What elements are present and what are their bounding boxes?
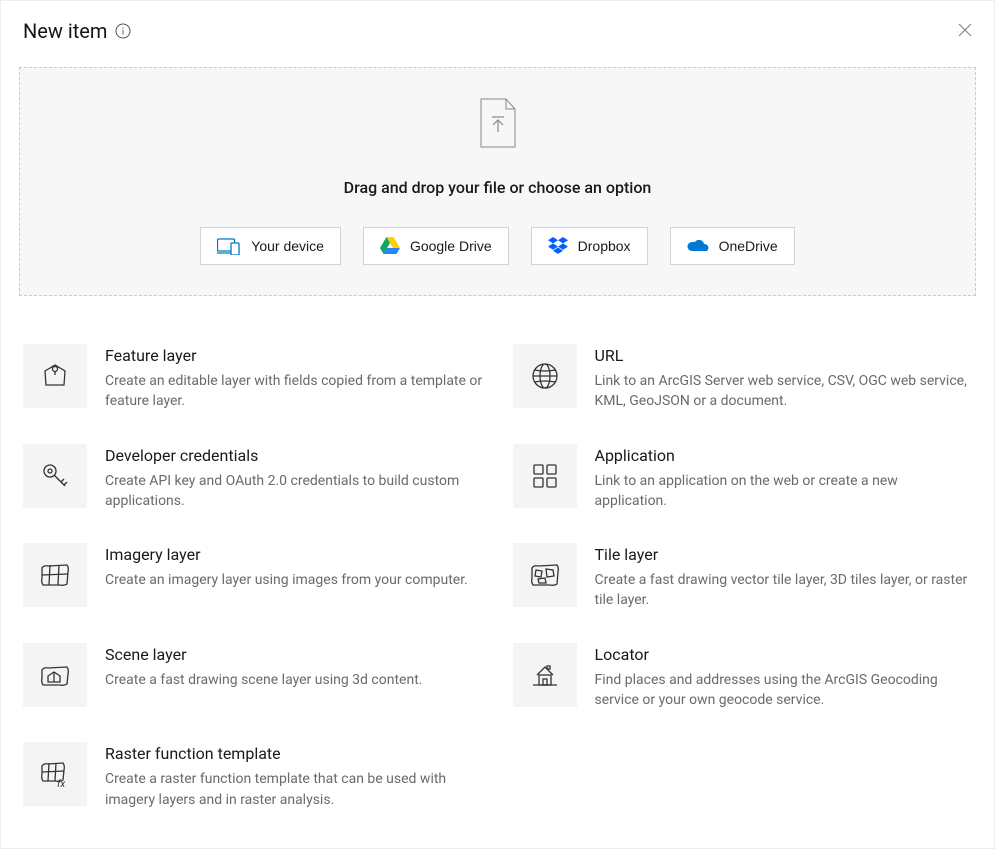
- device-icon: [217, 237, 241, 255]
- option-title: Tile layer: [595, 545, 973, 564]
- option-feature-layer[interactable]: Feature layer Create an editable layer w…: [23, 344, 483, 412]
- option-developer-credentials[interactable]: Developer credentials Create API key and…: [23, 444, 483, 512]
- option-imagery-layer[interactable]: Imagery layer Create an imagery layer us…: [23, 543, 483, 611]
- option-locator[interactable]: Locator Find places and addresses using …: [513, 643, 973, 711]
- source-buttons-row: Your device Google Drive: [40, 227, 955, 265]
- option-title: Locator: [595, 645, 973, 664]
- info-icon[interactable]: [115, 23, 131, 39]
- option-desc: Create an editable layer with fields cop…: [105, 371, 483, 412]
- dropbox-icon: [548, 237, 568, 255]
- google-drive-icon: [380, 237, 400, 255]
- key-icon: [23, 444, 87, 508]
- source-google-drive[interactable]: Google Drive: [363, 227, 509, 265]
- option-url[interactable]: URL Link to an ArcGIS Server web service…: [513, 344, 973, 412]
- source-your-device[interactable]: Your device: [200, 227, 341, 265]
- option-title: Feature layer: [105, 346, 483, 365]
- option-tile-layer[interactable]: Tile layer Create a fast drawing vector …: [513, 543, 973, 611]
- option-desc: Create API key and OAuth 2.0 credentials…: [105, 471, 483, 512]
- dialog-title: New item: [23, 19, 107, 43]
- onedrive-icon: [687, 239, 709, 253]
- option-desc: Create a fast drawing scene layer using …: [105, 670, 483, 690]
- option-title: Raster function template: [105, 744, 483, 763]
- locator-icon: [513, 643, 577, 707]
- option-desc: Find places and addresses using the ArcG…: [595, 670, 973, 711]
- option-raster-function-template[interactable]: fx Raster function template Create a ras…: [23, 742, 483, 810]
- upload-file-icon: [478, 98, 518, 148]
- scene-layer-icon: [23, 643, 87, 707]
- imagery-icon: [23, 543, 87, 607]
- option-title: Scene layer: [105, 645, 483, 664]
- dropzone-text: Drag and drop your file or choose an opt…: [40, 178, 955, 197]
- close-button[interactable]: [958, 22, 972, 41]
- source-label: OneDrive: [719, 238, 778, 254]
- apps-icon: [513, 444, 577, 508]
- source-onedrive[interactable]: OneDrive: [670, 227, 795, 265]
- source-label: Your device: [251, 238, 324, 254]
- file-dropzone[interactable]: Drag and drop your file or choose an opt…: [19, 67, 976, 296]
- raster-template-icon: fx: [23, 742, 87, 806]
- feature-layer-icon: [23, 344, 87, 408]
- svg-text:fx: fx: [57, 778, 65, 788]
- option-desc: Create a raster function template that c…: [105, 769, 483, 810]
- option-title: Imagery layer: [105, 545, 483, 564]
- option-title: Application: [595, 446, 973, 465]
- source-dropbox[interactable]: Dropbox: [531, 227, 648, 265]
- source-label: Dropbox: [578, 238, 631, 254]
- globe-icon: [513, 344, 577, 408]
- item-type-grid: Feature layer Create an editable layer w…: [1, 296, 994, 830]
- dialog-header: New item: [1, 1, 994, 57]
- option-desc: Link to an application on the web or cre…: [595, 471, 973, 512]
- source-label: Google Drive: [410, 238, 492, 254]
- option-desc: Link to an ArcGIS Server web service, CS…: [595, 371, 973, 412]
- header-left: New item: [23, 19, 131, 43]
- option-title: Developer credentials: [105, 446, 483, 465]
- option-application[interactable]: Application Link to an application on th…: [513, 444, 973, 512]
- option-desc: Create an imagery layer using images fro…: [105, 570, 483, 590]
- option-title: URL: [595, 346, 973, 365]
- option-scene-layer[interactable]: Scene layer Create a fast drawing scene …: [23, 643, 483, 711]
- option-desc: Create a fast drawing vector tile layer,…: [595, 570, 973, 611]
- tile-layer-icon: [513, 543, 577, 607]
